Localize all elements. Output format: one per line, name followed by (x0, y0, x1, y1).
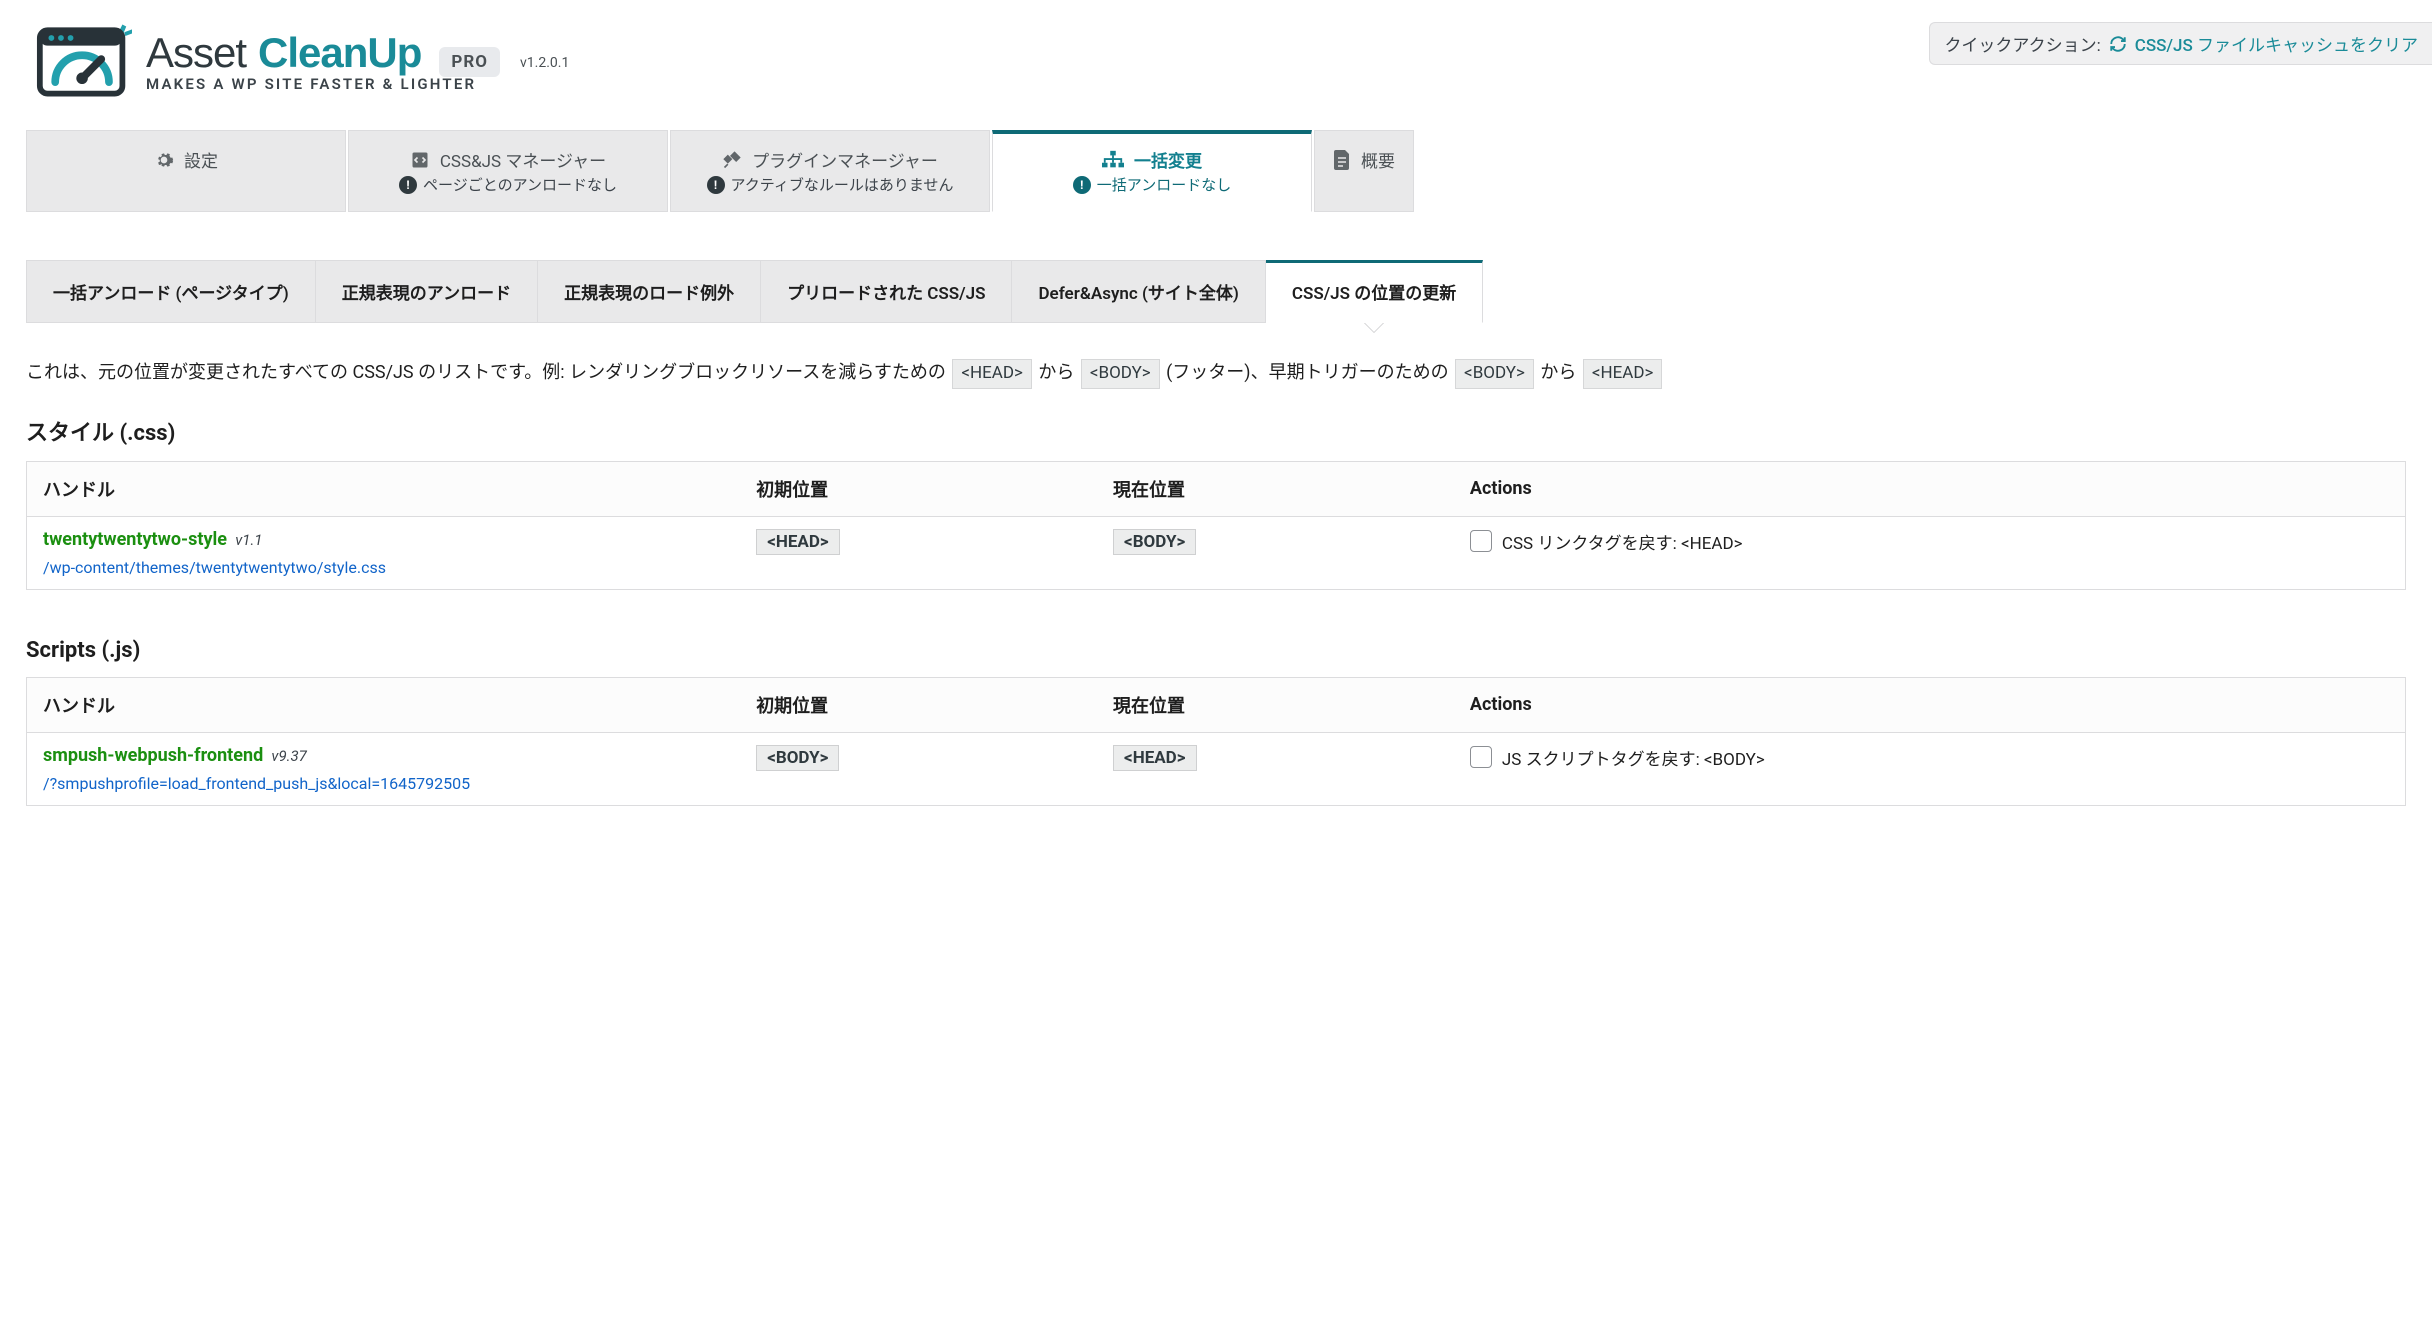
th-current-position: 現在位置 (1097, 677, 1454, 732)
brand-tagline: MAKES A WP SITE FASTER & LIGHTER (146, 75, 569, 93)
subtab-regex-exception[interactable]: 正規表現のロード例外 (538, 260, 761, 323)
tab-plugins-sub: アクティブなルールはありません (731, 174, 954, 195)
handle-name: smpush-webpush-frontend (43, 745, 263, 766)
sub-nav: 一括アンロード (ページタイプ) 正規表現のアンロード 正規表現のロード例外 プ… (0, 260, 2432, 323)
th-handle: ハンドル (27, 677, 741, 732)
description-text: これは、元の位置が変更されたすべての CSS/JS のリストです。例: レンダリ… (26, 359, 2406, 389)
initial-position-badge: <HEAD> (756, 529, 839, 555)
handle-path-link[interactable]: /wp-content/themes/twentytwentytwo/style… (43, 558, 724, 577)
th-handle: ハンドル (27, 461, 741, 516)
logo-block: Asset CleanUp PRO v1.2.0.1 MAKES A WP SI… (36, 22, 569, 100)
pro-badge: PRO (439, 47, 500, 77)
tab-bulk-label: 一括変更 (1134, 147, 1202, 172)
sitemap-icon (1102, 150, 1124, 170)
th-initial-position: 初期位置 (740, 677, 1097, 732)
subtab-position-update[interactable]: CSS/JS の位置の更新 (1266, 260, 1483, 323)
tab-cssjs-manager[interactable]: CSS&JS マネージャー ! ページごとのアンロードなし (348, 130, 668, 212)
code-icon (410, 150, 430, 170)
restore-action-label: JS スクリプトタグを戻す: <BODY> (1502, 745, 1765, 770)
restore-checkbox[interactable] (1470, 530, 1492, 552)
tab-settings[interactable]: 設定 (26, 130, 346, 212)
info-icon: ! (707, 176, 725, 194)
brand-name-asset: Asset (146, 29, 246, 77)
subtab-regex-unload[interactable]: 正規表現のアンロード (316, 260, 538, 323)
current-position-badge: <BODY> (1113, 529, 1196, 555)
version-label: v1.2.0.1 (520, 55, 569, 71)
tab-plugins-label: プラグインマネージャー (752, 147, 938, 172)
th-initial-position: 初期位置 (740, 461, 1097, 516)
scripts-table: ハンドル 初期位置 現在位置 Actions smpush-webpush-fr… (26, 677, 2406, 806)
th-actions: Actions (1454, 461, 2406, 516)
head-tag-chip: <HEAD> (1583, 359, 1663, 389)
tab-overview-label: 概要 (1361, 147, 1395, 172)
body-tag-chip: <BODY> (1081, 359, 1160, 389)
handle-path-link[interactable]: /?smpushprofile=load_frontend_push_js&lo… (43, 774, 724, 793)
restore-checkbox[interactable] (1470, 746, 1492, 768)
handle-version: v9.37 (271, 747, 306, 765)
current-position-badge: <HEAD> (1113, 745, 1196, 771)
tab-overview[interactable]: 概要 (1314, 130, 1414, 212)
scripts-section-title: Scripts (.js) (26, 638, 2406, 663)
header: Asset CleanUp PRO v1.2.0.1 MAKES A WP SI… (0, 0, 2432, 130)
tab-plugins-manager[interactable]: プラグインマネージャー ! アクティブなルールはありません (670, 130, 990, 212)
th-actions: Actions (1454, 677, 2406, 732)
handle-version: v1.1 (235, 531, 262, 549)
gauge-logo-icon (36, 22, 132, 100)
head-tag-chip: <HEAD> (952, 359, 1032, 389)
subtab-defer-async[interactable]: Defer&Async (サイト全体) (1012, 260, 1265, 323)
tab-cssjs-label: CSS&JS マネージャー (440, 147, 606, 172)
quick-actions-bar: クイックアクション: CSS/JS ファイルキャッシュをクリア (1929, 22, 2432, 65)
tab-settings-label: 設定 (184, 147, 218, 172)
info-icon: ! (399, 176, 417, 194)
gear-icon (154, 150, 174, 170)
tab-bulk-sub: 一括アンロードなし (1097, 174, 1231, 195)
tab-cssjs-sub: ページごとのアンロードなし (423, 174, 617, 195)
info-icon: ! (1073, 176, 1091, 194)
subtab-preloaded[interactable]: プリロードされた CSS/JS (761, 260, 1012, 323)
quick-actions-label: クイックアクション: (1944, 31, 2100, 56)
brand-name-cleanup: CleanUp (258, 29, 421, 77)
handle-name: twentytwentytwo-style (43, 529, 227, 550)
styles-section-title: スタイル (.css) (26, 415, 2406, 447)
clear-cache-link[interactable]: CSS/JS ファイルキャッシュをクリア (2135, 31, 2418, 56)
styles-table: ハンドル 初期位置 現在位置 Actions twentytwentytwo-s… (26, 461, 2406, 590)
table-row: twentytwentytwo-style v1.1 /wp-content/t… (27, 516, 2406, 589)
restore-action-label: CSS リンクタグを戻す: <HEAD> (1502, 529, 1743, 554)
body-tag-chip: <BODY> (1455, 359, 1534, 389)
tab-bulk-changes[interactable]: 一括変更 ! 一括アンロードなし (992, 130, 1312, 212)
th-current-position: 現在位置 (1097, 461, 1454, 516)
refresh-icon (2109, 35, 2127, 53)
initial-position-badge: <BODY> (756, 745, 839, 771)
main-nav: 設定 CSS&JS マネージャー ! ページごとのアンロードなし プラグインマネ… (0, 130, 2432, 212)
document-icon (1333, 150, 1351, 170)
subtab-bulk-unload[interactable]: 一括アンロード (ページタイプ) (26, 260, 316, 323)
table-row: smpush-webpush-frontend v9.37 /?smpushpr… (27, 732, 2406, 805)
plug-icon (722, 150, 742, 170)
